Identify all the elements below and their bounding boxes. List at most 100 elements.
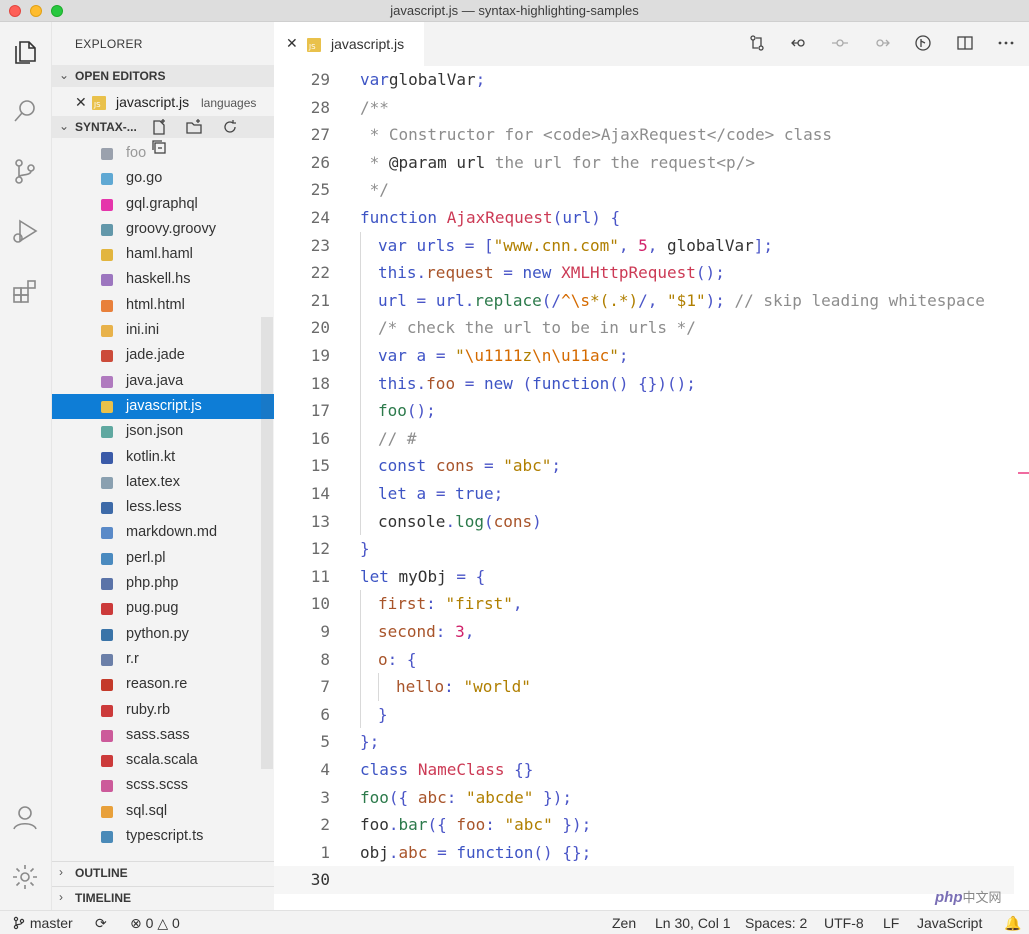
code-line[interactable]: 28 /** <box>274 94 1014 122</box>
file-item[interactable]: perl.pl <box>52 546 274 571</box>
file-item[interactable]: html.html <box>52 293 274 318</box>
code-line[interactable]: 26 * @param url the url for the request<… <box>274 149 1014 177</box>
code-editor[interactable]: 29 varglobalVar; 28/** 27 * Constructor for… <box>274 66 1029 910</box>
encoding[interactable]: UTF-8 <box>824 915 864 931</box>
file-item[interactable]: json.json <box>52 419 274 444</box>
line-ending[interactable]: LF <box>883 915 899 931</box>
file-item[interactable]: latex.tex <box>52 470 274 495</box>
file-item[interactable]: reason.re <box>52 672 274 697</box>
settings-gear-icon[interactable] <box>10 862 40 892</box>
code-line[interactable]: 25 */ <box>274 176 1014 204</box>
language-mode[interactable]: JavaScript <box>917 915 982 931</box>
code-line[interactable]: 30 <box>274 866 1014 894</box>
code-line[interactable]: 19 var a = "\u1111z\n\u11ac"; <box>274 342 1014 370</box>
refresh-icon[interactable] <box>221 117 243 137</box>
problems-indicator[interactable]: ⊗ 0 △ 0 <box>130 915 180 932</box>
code-line[interactable]: 1 obj.abc = function() {}; <box>274 839 1014 867</box>
compare-changes-icon[interactable] <box>748 34 768 54</box>
close-icon[interactable]: ✕ <box>286 35 298 52</box>
file-item[interactable]: markdown.md <box>52 520 274 545</box>
file-item[interactable]: sql.sql <box>52 799 274 824</box>
run-debug-icon[interactable] <box>10 216 40 246</box>
accounts-icon[interactable] <box>10 802 40 832</box>
code-line[interactable]: 17 foo(); <box>274 397 1014 425</box>
file-item[interactable]: r.r <box>52 647 274 672</box>
git-lens-icon[interactable] <box>914 34 934 54</box>
code-line[interactable]: 5}; <box>274 728 1014 756</box>
close-icon[interactable]: ✕ <box>75 94 87 111</box>
file-item[interactable]: haml.haml <box>52 242 274 267</box>
open-editors-header[interactable]: ⌄ OPEN EDITORS <box>52 65 274 87</box>
open-editor-item[interactable]: ✕ JS javascript.js languages <box>52 92 274 114</box>
split-editor-icon[interactable] <box>956 34 976 54</box>
file-item[interactable]: ini.ini <box>52 318 274 343</box>
file-item[interactable]: typescript.ts <box>52 824 274 849</box>
sidebar-scrollbar[interactable] <box>261 317 273 769</box>
code-line[interactable]: 27 * Constructor for <code>AjaxRequest</… <box>274 121 1014 149</box>
zen-mode[interactable]: Zen <box>612 915 636 931</box>
file-item[interactable]: scss.scss <box>52 773 274 798</box>
code-line[interactable]: 21 url = url.replace(/^\s*(.*)/, "$1"); /… <box>274 286 1014 315</box>
code-line[interactable]: 7 hello: "world" <box>274 673 1014 701</box>
file-item[interactable]: kotlin.kt <box>52 445 274 470</box>
file-item[interactable]: pug.pug <box>52 596 274 621</box>
new-folder-icon[interactable] <box>185 117 207 137</box>
file-name: latex.tex <box>126 473 180 490</box>
folder-header[interactable]: ⌄ SYNTAX-... <box>52 116 274 154</box>
go-forward-icon[interactable] <box>873 34 893 54</box>
file-item[interactable]: less.less <box>52 495 274 520</box>
extensions-icon[interactable] <box>10 276 40 306</box>
line-number: 20 <box>310 318 330 338</box>
search-icon[interactable] <box>10 96 40 126</box>
indent-guide <box>360 231 361 260</box>
notifications-bell-icon[interactable]: 🔔 <box>1004 915 1021 932</box>
explorer-icon[interactable] <box>10 36 40 66</box>
file-item[interactable]: java.java <box>52 369 274 394</box>
file-item[interactable]: gql.graphql <box>52 192 274 217</box>
code-line[interactable]: 8 o: { <box>274 645 1014 674</box>
code-token: XMLHttpRequest <box>561 263 696 283</box>
timeline-header[interactable]: › TIMELINE <box>52 886 274 908</box>
file-item[interactable]: sass.sass <box>52 723 274 748</box>
code-text: o: { <box>378 650 417 669</box>
code-line[interactable]: 4 class NameClass {} <box>274 756 1014 784</box>
file-item[interactable]: php.php <box>52 571 274 596</box>
code-line[interactable]: 22 this.request = new XMLHttpRequest(); <box>274 259 1014 287</box>
code-line[interactable]: 2 foo.bar({ foo: "abc" }); <box>274 811 1014 839</box>
timeline-dot-icon[interactable] <box>831 34 851 54</box>
file-item[interactable]: jade.jade <box>52 343 274 368</box>
code-line[interactable]: 10 first: "first", <box>274 590 1014 618</box>
code-line[interactable]: 11 let myObj = { <box>274 563 1014 591</box>
tab-javascript[interactable]: ✕ JS javascript.js <box>274 22 424 66</box>
code-line[interactable]: 9 second: 3, <box>274 618 1014 646</box>
outline-header[interactable]: › OUTLINE <box>52 861 274 883</box>
indentation[interactable]: Spaces: 2 <box>745 915 807 931</box>
file-item[interactable]: ruby.rb <box>52 698 274 723</box>
code-line[interactable]: 14 let a = true; <box>274 480 1014 508</box>
more-actions-icon[interactable] <box>997 34 1017 54</box>
file-item[interactable]: go.go <box>52 166 274 191</box>
file-item[interactable]: groovy.groovy <box>52 217 274 242</box>
code-line[interactable]: 18 this.foo = new (function() {})(); <box>274 369 1014 398</box>
code-line[interactable]: 15 const cons = "abc"; <box>274 452 1014 480</box>
code-line[interactable]: 13 console.log(cons) <box>274 507 1014 536</box>
branch-indicator[interactable]: master <box>12 915 73 931</box>
code-line[interactable]: 24 function AjaxRequest(url) { <box>274 204 1014 232</box>
code-line[interactable]: 6} <box>274 700 1014 729</box>
code-line[interactable]: 12} <box>274 535 1014 563</box>
source-control-icon[interactable] <box>10 156 40 186</box>
file-item[interactable]: scala.scala <box>52 748 274 773</box>
file-item[interactable]: python.py <box>52 622 274 647</box>
go-back-icon[interactable] <box>790 34 810 54</box>
code-line[interactable]: 20 /* check the url to be in urls */ <box>274 314 1014 342</box>
file-item[interactable]: foo <box>52 141 274 166</box>
file-item[interactable]: haskell.hs <box>52 267 274 292</box>
code-line[interactable]: 29 varglobalVar; <box>274 66 1014 94</box>
code-line[interactable]: 23 var urls = ["www.cnn.com", 5, globalVa… <box>274 231 1014 260</box>
code-line[interactable]: 16 // # <box>274 424 1014 453</box>
cursor-position[interactable]: Ln 30, Col 1 <box>655 915 731 931</box>
sync-icon[interactable]: ⟳ <box>95 915 107 932</box>
file-item[interactable]: javascript.js <box>52 393 274 420</box>
code-line[interactable]: 3 foo({ abc: "abcde" }); <box>274 784 1014 812</box>
new-file-icon[interactable] <box>150 117 172 137</box>
